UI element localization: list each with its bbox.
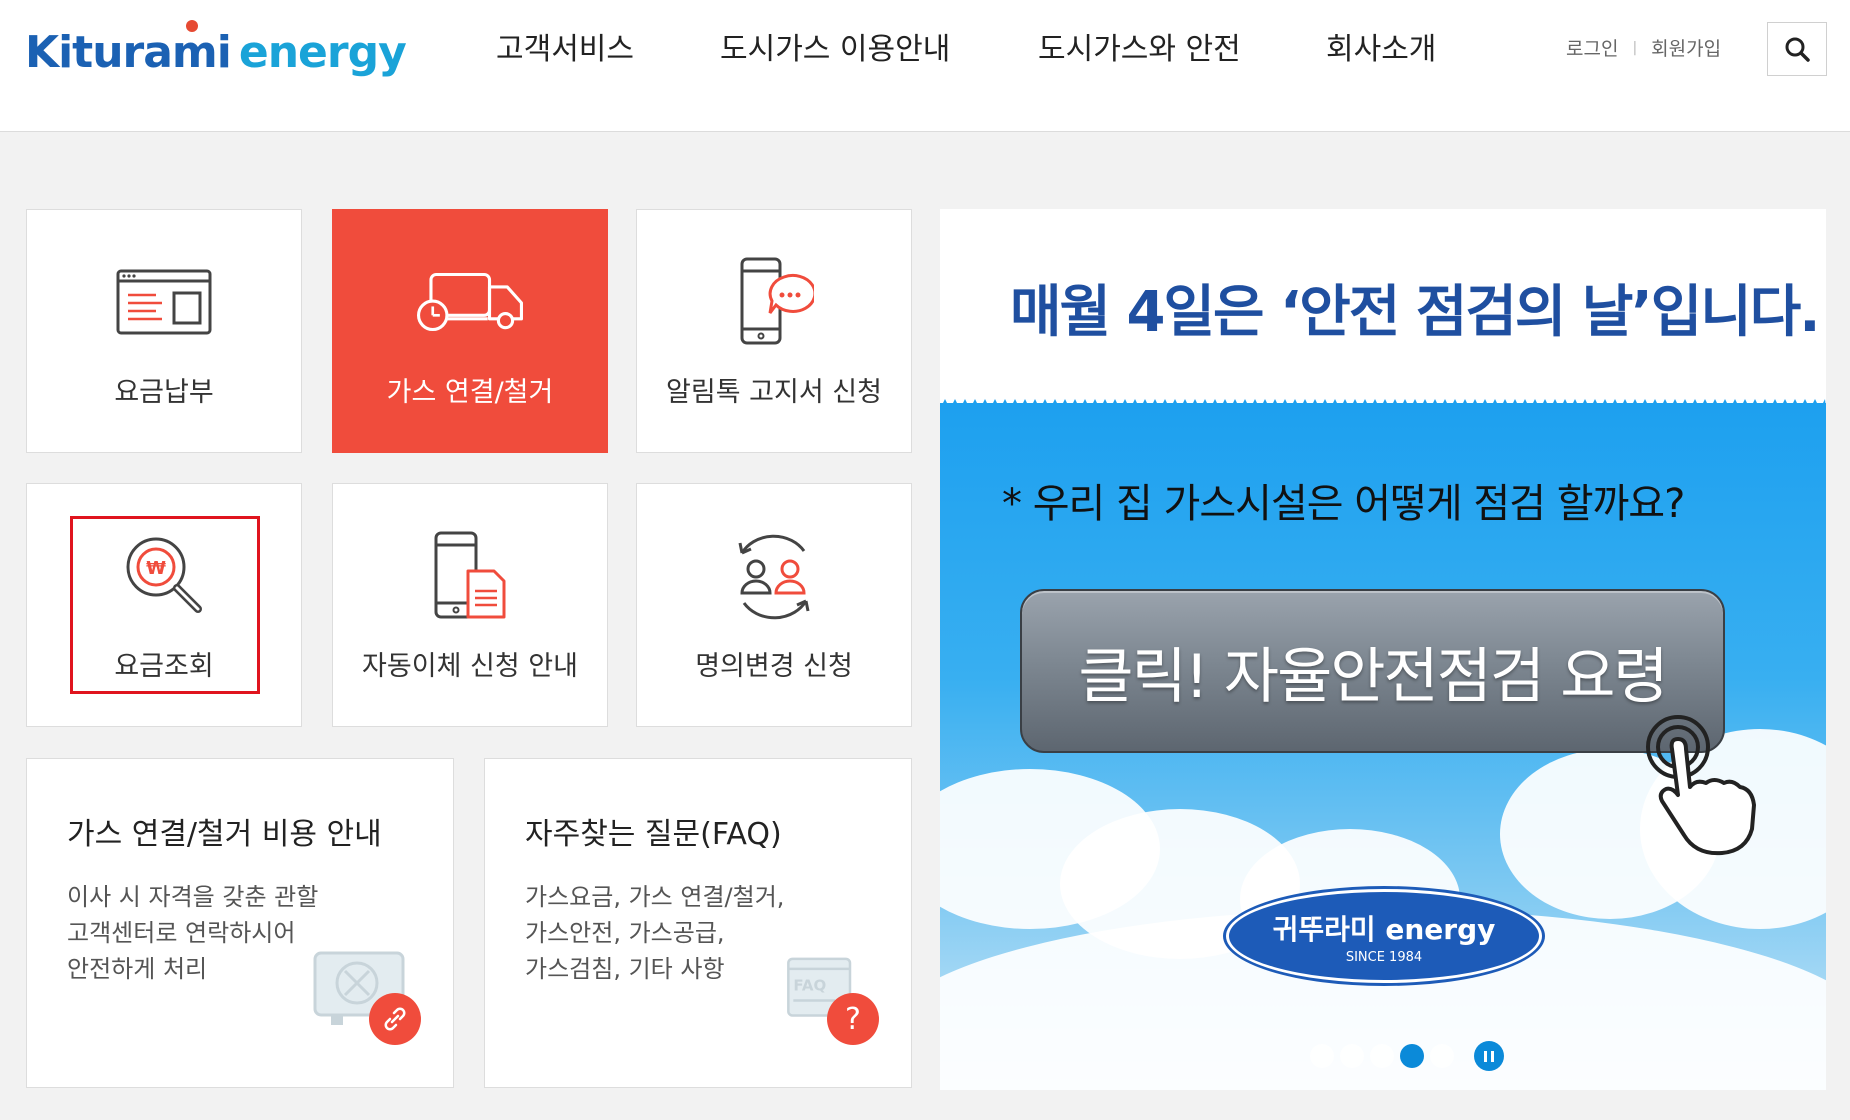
tile-bill-inquiry[interactable]: ₩ 요금조회 xyxy=(26,483,302,727)
safety-banner[interactable]: 매월 4일은 ‘안전 점검의 날’입니다. * 우리 집 가스시설은 어떻게 점… xyxy=(940,209,1826,1090)
won-magnifier-icon: ₩ xyxy=(109,532,219,620)
nav-item-company[interactable]: 회사소개 xyxy=(1326,24,1436,68)
tile-label: 알림톡 고지서 신청 xyxy=(666,377,882,408)
banner-headline: 매월 4일은 ‘안전 점검의 날’입니다. xyxy=(1010,280,1821,345)
slider-pagination xyxy=(1310,1041,1504,1071)
slide-dot-5[interactable] xyxy=(1430,1044,1454,1068)
tile-name-change[interactable]: 명의변경 신청 xyxy=(636,483,912,727)
card-desc-line: 고객센터로 연락하시어 xyxy=(67,919,296,947)
link-badge xyxy=(369,993,421,1045)
tile-label: 명의변경 신청 xyxy=(695,651,853,682)
pause-icon xyxy=(1491,1050,1494,1062)
svg-text:₩: ₩ xyxy=(146,558,166,579)
logo-text-kiturami: Kiturami xyxy=(25,27,232,78)
link-icon xyxy=(384,1007,406,1031)
nav-item-customer-service[interactable]: 고객서비스 xyxy=(496,24,634,68)
tile-bill-payment[interactable]: 요금납부 xyxy=(26,209,302,453)
tile-label: 요금조회 xyxy=(114,651,214,682)
card-title: 가스 연결/철거 비용 안내 xyxy=(67,817,382,852)
logo-dot xyxy=(186,20,198,32)
user-swap-icon xyxy=(719,532,829,620)
tile-gas-connection[interactable]: 가스 연결/철거 xyxy=(332,209,608,453)
bill-window-icon xyxy=(109,258,219,346)
tile-label: 가스 연결/철거 xyxy=(386,377,554,408)
card-desc-line: 가스요금, 가스 연결/철거, xyxy=(525,883,785,911)
search-button[interactable] xyxy=(1767,22,1827,76)
banner-wave xyxy=(940,399,1826,409)
truck-clock-icon xyxy=(415,258,525,346)
card-faq[interactable]: 자주찾는 질문(FAQ) 가스요금, 가스 연결/철거, 가스안전, 가스공급,… xyxy=(484,758,912,1088)
tile-kakao-bill[interactable]: 알림톡 고지서 신청 xyxy=(636,209,912,453)
brand-logo-badge: 귀뚜라미 energy SINCE 1984 xyxy=(1226,889,1542,983)
card-title: 자주찾는 질문(FAQ) xyxy=(525,817,782,852)
banner-button-label: 클릭! 자율안전점검 요령 xyxy=(1078,641,1668,712)
signup-link[interactable]: 회원가입 xyxy=(1651,34,1721,61)
slider-pause-button[interactable] xyxy=(1474,1041,1504,1071)
tile-label: 요금납부 xyxy=(114,377,214,408)
tile-auto-transfer[interactable]: 자동이체 신청 안내 xyxy=(332,483,608,727)
search-icon xyxy=(1785,37,1810,62)
brand-name: 귀뚜라미 energy xyxy=(1272,912,1496,946)
help-badge: ? xyxy=(827,993,879,1045)
util-separator: | xyxy=(1632,39,1638,56)
util-links: 로그인 | 회원가입 xyxy=(1566,34,1721,61)
slide-dot-1[interactable] xyxy=(1310,1044,1334,1068)
brand-since: SINCE 1984 xyxy=(1345,949,1423,965)
card-connection-cost[interactable]: 가스 연결/철거 비용 안내 이사 시 자격을 갖춘 관할 고객센터로 연락하시… xyxy=(26,758,454,1088)
phone-document-icon xyxy=(415,531,525,620)
card-desc-line: 가스안전, 가스공급, xyxy=(525,919,725,947)
slide-dot-3[interactable] xyxy=(1370,1044,1394,1068)
nav-item-gas-guide[interactable]: 도시가스 이용안내 xyxy=(720,24,950,68)
slide-dot-4[interactable] xyxy=(1400,1044,1424,1068)
slide-dot-2[interactable] xyxy=(1340,1044,1364,1068)
banner-question: * 우리 집 가스시설은 어떻게 점검 할까요? xyxy=(1002,481,1685,527)
nav-item-gas-safety[interactable]: 도시가스와 안전 xyxy=(1038,24,1241,68)
phone-chat-icon xyxy=(719,257,829,346)
logo-text-energy: energy xyxy=(238,27,407,78)
site-header: Kiturami energy 고객서비스 도시가스 이용안내 도시가스와 안전… xyxy=(0,0,1850,132)
card-desc-line: 이사 시 자격을 갖춘 관할 xyxy=(67,883,319,911)
tile-label: 자동이체 신청 안내 xyxy=(362,651,578,682)
svg-text:FAQ: FAQ xyxy=(793,977,826,995)
pause-icon xyxy=(1484,1050,1487,1062)
pointing-hand-icon xyxy=(1646,715,1756,856)
self-safety-check-button[interactable]: 클릭! 자율안전점검 요령 xyxy=(1020,589,1725,753)
login-link[interactable]: 로그인 xyxy=(1566,34,1618,61)
kiturami-logo[interactable]: Kiturami energy xyxy=(25,18,407,78)
